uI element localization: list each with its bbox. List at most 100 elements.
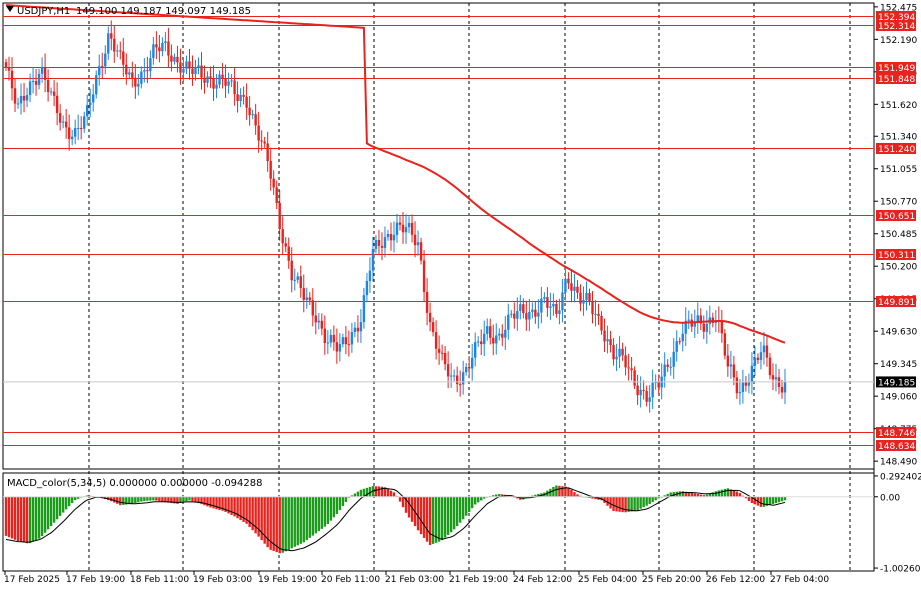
macd-histogram-bar (636, 496, 639, 511)
candle-body (278, 202, 281, 230)
candle-body (410, 222, 414, 235)
candle-body (215, 84, 218, 89)
candle-body (582, 299, 585, 304)
macd-histogram-bar (320, 496, 324, 529)
candle-body (597, 313, 600, 316)
level-tag-text: 150.311 (878, 251, 915, 261)
macd-histogram-bar (762, 496, 766, 507)
candle-body (344, 337, 348, 345)
candle-body (167, 41, 170, 56)
macd-histogram-bar (34, 496, 38, 541)
candle-body (407, 222, 411, 228)
macd-histogram-bar (419, 496, 423, 535)
macd-histogram-bar (771, 496, 775, 505)
candle-body (744, 382, 748, 386)
level-tag-text: 148.634 (878, 442, 915, 452)
candle-body (657, 381, 660, 388)
macd-histogram-bar (28, 496, 32, 544)
candle-body (747, 382, 751, 386)
candle-body (254, 114, 257, 126)
time-tick-label: 17 Feb 19:00 (66, 575, 125, 585)
candle-body (350, 332, 354, 345)
price-tick-label: 149.060 (880, 393, 917, 403)
candle-body (452, 375, 456, 377)
candle-body (768, 357, 772, 376)
candle-body (738, 392, 742, 394)
macd-histogram-bar (570, 489, 573, 497)
candle-body (101, 66, 104, 68)
candle-body (540, 298, 543, 313)
macd-histogram-bar (314, 496, 317, 534)
time-tick-label: 21 Feb 03:00 (385, 575, 444, 585)
candle-body (609, 339, 612, 346)
candle-body (513, 313, 516, 319)
macd-histogram-bar (140, 496, 143, 502)
macd-histogram-bar (428, 496, 432, 546)
level-tag-text: 148.746 (878, 429, 915, 439)
macd-histogram-bar (717, 490, 721, 497)
candle-body (395, 222, 399, 235)
candle-body (22, 95, 26, 101)
candle-body (525, 313, 528, 320)
candle-body (642, 389, 645, 391)
macd-histogram-bar (615, 496, 618, 512)
candle-body (467, 366, 471, 369)
macd-histogram-bar (335, 496, 339, 514)
macd-histogram-bar (461, 496, 465, 520)
macd-histogram-bar (70, 496, 74, 504)
candle-body (480, 341, 483, 345)
candle-body (218, 74, 221, 85)
macd-histogram-bar (374, 486, 378, 497)
macd-histogram-bar (134, 496, 137, 504)
candle-body (681, 333, 684, 342)
time-tick-label: 25 Feb 04:00 (578, 575, 637, 585)
candle-body (612, 345, 615, 360)
candle-body (510, 313, 513, 315)
level-tag-text: 151.240 (878, 145, 915, 155)
macd-histogram-bar (612, 496, 615, 512)
candle-body (233, 80, 236, 95)
macd-histogram-bar (212, 496, 215, 509)
macd-histogram-bar (329, 496, 333, 521)
macd-histogram-bar (446, 496, 450, 535)
candle-body (726, 355, 730, 367)
candle-body (7, 67, 11, 71)
candle-body (140, 71, 143, 84)
candle-body (221, 74, 224, 79)
candle-body (263, 141, 266, 144)
candle-body (720, 320, 724, 334)
candle-body (308, 297, 311, 301)
candle-body (86, 105, 89, 117)
candle-body (546, 297, 549, 308)
candle-body (422, 260, 426, 292)
price-tick-label: 151.055 (880, 165, 917, 175)
candle-body (25, 95, 29, 101)
macd-histogram-bar (651, 496, 654, 503)
candle-body (561, 292, 564, 311)
current-price-text: 149.185 (878, 378, 915, 388)
candle-body (299, 276, 302, 289)
candle-body (723, 333, 727, 356)
candle-body (516, 310, 519, 319)
candle-body (146, 70, 149, 72)
candle-body (104, 53, 107, 67)
candle-body (28, 81, 32, 96)
macd-histogram-bar (188, 496, 191, 501)
macd-histogram-bar (308, 496, 311, 538)
macd-histogram-bar (389, 490, 393, 497)
candle-body (200, 65, 203, 78)
candle-body (573, 286, 576, 291)
macd-histogram-bar (67, 496, 71, 507)
macd-histogram-bar (648, 496, 651, 504)
macd-histogram-bar (645, 496, 648, 506)
macd-histogram-bar (293, 496, 296, 547)
candle-body (486, 326, 489, 334)
macd-histogram-bar (43, 496, 47, 533)
candle-body (570, 283, 573, 291)
macd-histogram-bar (302, 496, 305, 543)
macd-histogram-bar (158, 496, 161, 502)
price-tick-label: 152.190 (880, 36, 917, 46)
macd-histogram-bar (49, 496, 53, 526)
trading-chart[interactable]: 152.475152.190151.905151.620151.340151.0… (0, 0, 921, 590)
candle-body (49, 91, 53, 93)
